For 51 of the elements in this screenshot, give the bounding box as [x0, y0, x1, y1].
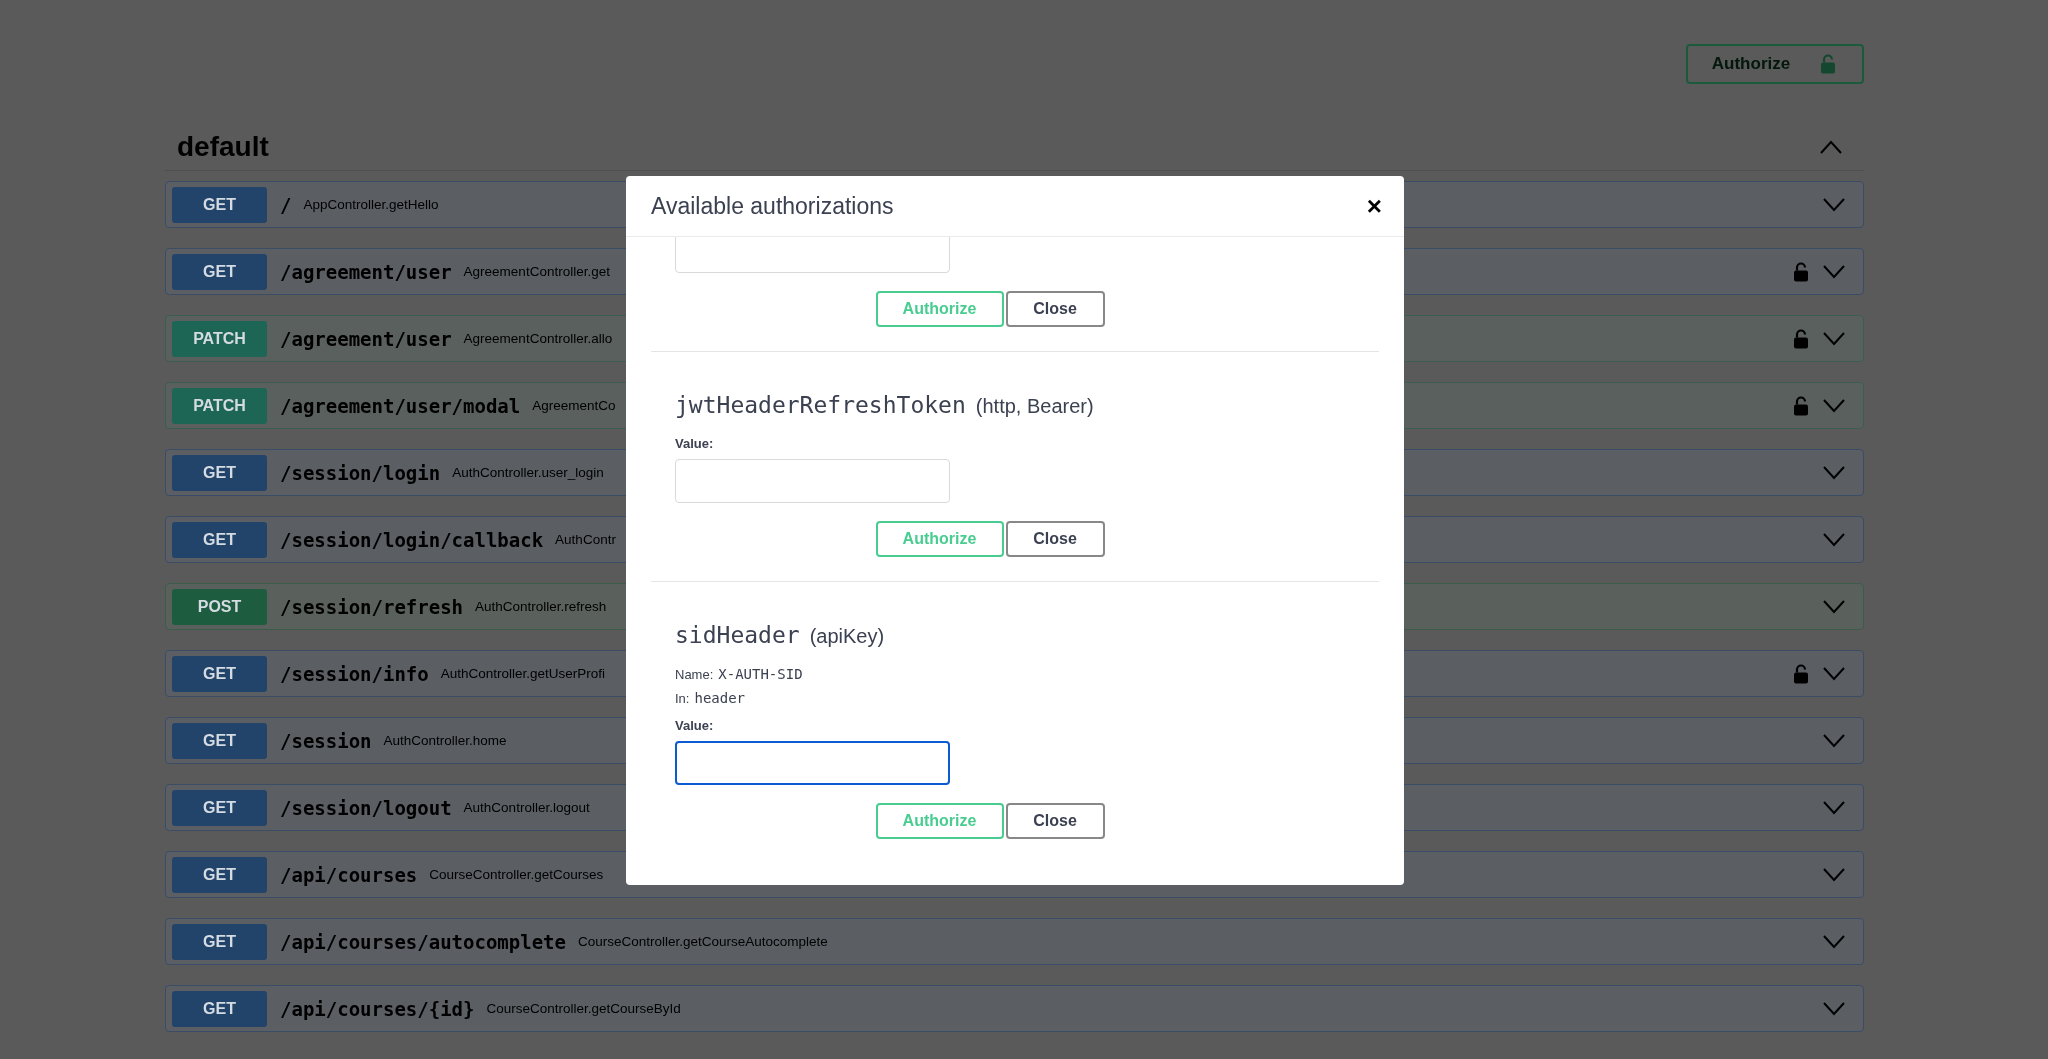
detail-label: Name:: [675, 667, 714, 682]
detail-value: header: [694, 690, 746, 706]
endpoint-path: /api/courses: [280, 863, 418, 886]
operation-summary: AgreementCo: [532, 398, 616, 413]
scheme-name: sidHeader: [675, 622, 800, 648]
endpoint-path: /agreement/user: [280, 327, 452, 350]
method-badge: GET: [172, 856, 267, 893]
method-badge: GET: [172, 990, 267, 1027]
method-badge: GET: [172, 521, 267, 558]
value-label: Value:: [675, 718, 715, 733]
operation-summary: CourseController.getCourses: [429, 867, 604, 882]
method-badge: GET: [172, 923, 267, 960]
operation-summary: AppController.getHello: [303, 197, 439, 212]
method-badge: PATCH: [172, 387, 267, 424]
value-label: Value:: [675, 436, 715, 451]
method-badge: GET: [172, 722, 267, 759]
method-badge: GET: [172, 655, 267, 692]
endpoint-path: /session/refresh: [280, 595, 464, 618]
endpoint-path: /session/logout: [280, 796, 452, 819]
operation-summary: AuthController.getUserProfi: [440, 666, 606, 681]
operation-summary: AuthController.home: [383, 733, 507, 748]
operation-summary: AuthController.logout: [463, 800, 590, 815]
endpoint-path: /agreement/user/modal: [280, 394, 521, 417]
method-badge: GET: [172, 454, 267, 491]
detail-label: In:: [675, 691, 690, 706]
operation-summary: CourseController.getCourseAutocomplete: [578, 934, 828, 949]
section-title: default: [177, 131, 269, 163]
operation-summary: AuthController.user_login: [452, 465, 604, 480]
method-badge: GET: [172, 253, 267, 290]
operation-summary: CourseController.getCourseById: [486, 1001, 681, 1016]
endpoint-path: /api/courses/autocomplete: [280, 930, 566, 953]
dialog-title: Available authorizations: [651, 192, 894, 220]
detail-value: X-AUTH-SID: [718, 666, 803, 682]
method-badge: GET: [172, 186, 267, 223]
endpoint-path: /agreement/user: [280, 260, 452, 283]
method-badge: GET: [172, 789, 267, 826]
endpoint-path: /session: [280, 729, 372, 752]
operation-summary: AuthController.refresh: [475, 599, 607, 614]
scheme-name: jwtHeaderRefreshToken: [675, 392, 966, 418]
operation-summary: AgreementController.get: [463, 264, 610, 279]
endpoint-path: /api/courses/{id}: [280, 997, 475, 1020]
scheme-type: (apiKey): [809, 625, 885, 648]
method-badge: PATCH: [172, 320, 267, 357]
operation-summary: AuthContr: [555, 532, 616, 547]
endpoint-path: /session/login/callback: [280, 528, 544, 551]
method-badge: POST: [172, 588, 267, 625]
endpoint-path: /session/login: [280, 461, 441, 484]
scheme-type: (http, Bearer): [975, 395, 1094, 418]
operation-summary: AgreementController.allo: [463, 331, 613, 346]
endpoint-path: /: [280, 193, 292, 216]
endpoint-path: /session/info: [280, 662, 429, 685]
